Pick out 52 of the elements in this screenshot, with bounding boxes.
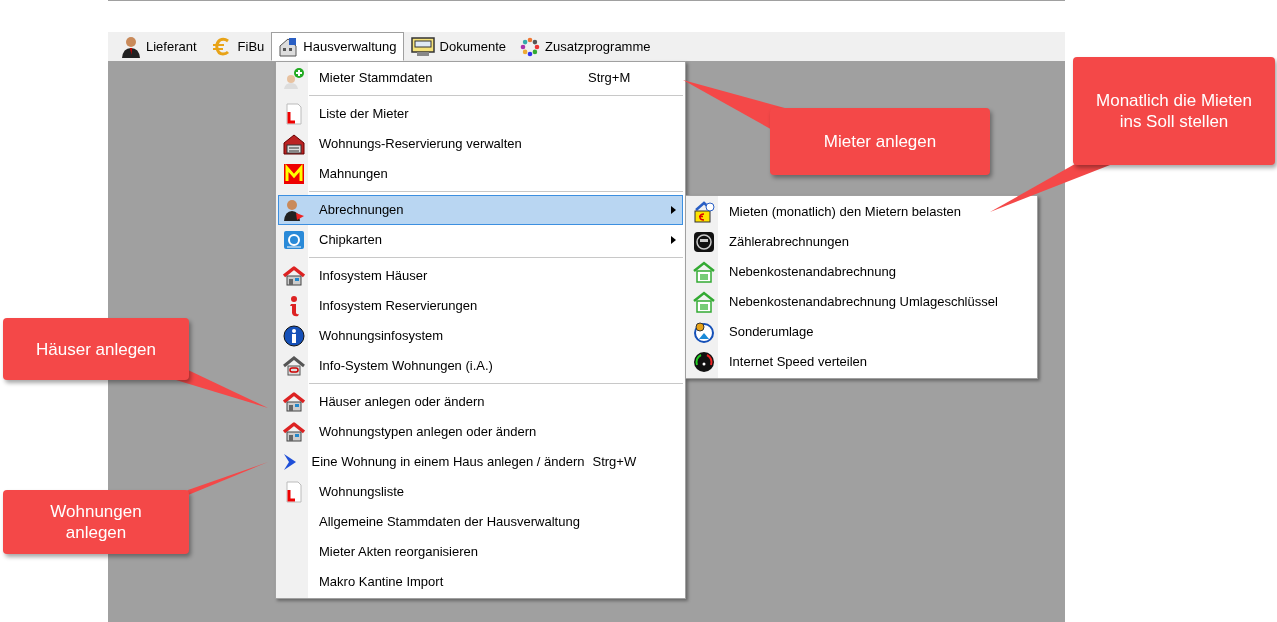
person-add-icon	[283, 67, 305, 89]
menu-item[interactable]: Zählerabrechnungen	[688, 227, 1035, 257]
menu-item[interactable]: Wohnungsliste	[278, 477, 683, 507]
monitor-icon	[410, 36, 435, 57]
person-icon	[283, 199, 305, 221]
menu-item[interactable]: Mahnungen	[278, 159, 683, 189]
menu-tab[interactable]: Hausverwaltung	[271, 32, 404, 61]
color-dots-icon	[520, 36, 541, 57]
menu-item[interactable]: Mieter Stammdaten Strg+M	[278, 63, 683, 93]
letter-m-icon	[283, 163, 305, 185]
callout: Häuser anlegen	[3, 318, 189, 380]
menu-tab[interactable]: Lieferant	[114, 32, 204, 61]
menu-item[interactable]: Eine Wohnung in einem Haus anlegen / ändern Strg+W	[278, 447, 683, 477]
menu-item[interactable]: Liste der Mieter	[278, 99, 683, 129]
menu-tab[interactable]: FiBu	[203, 32, 272, 61]
menu-item[interactable]: Allgemeine Stammdaten der Hausverwaltung	[278, 507, 683, 537]
speedometer-icon	[693, 351, 715, 373]
callout: Wohnungen anlegen	[3, 490, 189, 554]
menu-item[interactable]: Nebenkostenandabrechnung Umlageschlüssel	[688, 287, 1035, 317]
house-icon	[283, 356, 305, 376]
menu-item[interactable]: Sonderumlage	[688, 317, 1035, 347]
menu-item[interactable]: Internet Speed verteilen	[688, 347, 1035, 377]
menu-item[interactable]: Wohnungstypen anlegen oder ändern	[278, 417, 683, 447]
house-icon	[693, 291, 715, 313]
callout: Monatlich die Mieten ins Soll stellen	[1073, 57, 1275, 165]
info-icon	[287, 295, 301, 317]
menu-item[interactable]: Infosystem Häuser	[278, 261, 683, 291]
menu-item[interactable]: Chipkarten	[278, 225, 683, 255]
menu-item[interactable]: Infosystem Reservierungen	[278, 291, 683, 321]
menu-item[interactable]: Info-System Wohnungen (i.A.)	[278, 351, 683, 381]
menu-item[interactable]: Makro Kantine Import	[278, 567, 683, 597]
info-icon	[283, 325, 305, 347]
menu-item[interactable]: Mieter Akten reorganisieren	[278, 537, 683, 567]
house-icon	[283, 422, 305, 442]
menu-item[interactable]: Wohnungsinfosystem	[278, 321, 683, 351]
house-icon	[283, 266, 305, 286]
meter-icon	[693, 231, 715, 253]
house-icon	[278, 36, 299, 57]
menu-tab[interactable]: Zusatzprogramme	[513, 32, 658, 61]
menu-item[interactable]: Häuser anlegen oder ändern	[278, 387, 683, 417]
menu-tab[interactable]: Dokumente	[403, 32, 514, 61]
house-euro-icon	[693, 201, 715, 223]
person-icon	[121, 35, 141, 58]
menu-item[interactable]: Mieten (monatlich) den Mietern belasten	[688, 197, 1035, 227]
callout: Mieter anlegen	[770, 108, 990, 175]
document-icon	[285, 481, 303, 503]
menu-item[interactable]: Abrechnungen	[278, 195, 683, 225]
house-icon	[283, 392, 305, 412]
house-icon	[693, 261, 715, 283]
menu-item[interactable]: Wohnungs-Reservierung verwalten	[278, 129, 683, 159]
menu-item[interactable]: Nebenkostenandabrechnung	[688, 257, 1035, 287]
document-icon	[285, 103, 303, 125]
